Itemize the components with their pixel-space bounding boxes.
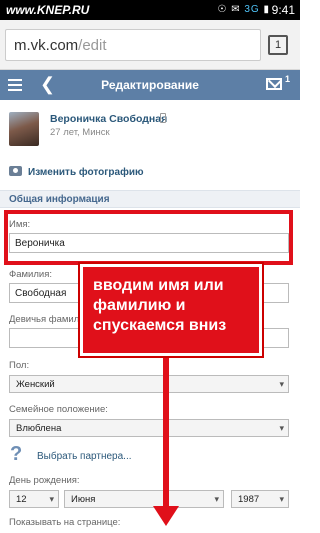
status-time: 9:41 bbox=[271, 3, 295, 17]
tab-switcher-button[interactable]: 1 bbox=[268, 35, 288, 55]
profile-meta: 27 лет, Минск bbox=[50, 127, 110, 138]
show-on-page-label: Показывать на странице: bbox=[9, 517, 121, 528]
watermark-brand: www.KNEP.RU bbox=[6, 3, 90, 17]
birthday-day-select[interactable]: 12 bbox=[9, 490, 59, 508]
birthday-month-select[interactable]: Июня bbox=[64, 490, 224, 508]
last-name-label: Фамилия: bbox=[9, 269, 52, 280]
section-header: Общая информация bbox=[0, 190, 300, 208]
camera-icon bbox=[9, 166, 22, 176]
annotation-callout: вводим имя или фамилию и спускаемся вниз bbox=[80, 264, 262, 356]
highlight-frame bbox=[4, 210, 293, 265]
page-title: Редактирование bbox=[101, 78, 199, 92]
status-bar: www.KNEP.RU ☉ ✉ 3G ▮ 9:41 bbox=[0, 0, 300, 20]
browser-toolbar: m.vk.com/edit 1 bbox=[0, 20, 300, 70]
profile-name[interactable]: Вероничка Свободная bbox=[50, 113, 167, 125]
down-arrow-shaft bbox=[163, 358, 169, 510]
relationship-label: Семейное положение: bbox=[9, 404, 108, 415]
vk-header: ❮ Редактирование 1 bbox=[0, 70, 300, 100]
birthday-label: День рождения: bbox=[9, 475, 80, 486]
gender-select[interactable]: Женский bbox=[9, 375, 289, 393]
mail-icon[interactable] bbox=[266, 78, 282, 90]
status-icons: ☉ ✉ 3G ▮ bbox=[217, 4, 270, 15]
mobile-icon bbox=[160, 113, 166, 123]
address-bar[interactable]: m.vk.com/edit bbox=[5, 29, 261, 61]
network-indicator: 3G bbox=[244, 4, 260, 15]
relationship-select[interactable]: Влюблена bbox=[9, 419, 289, 437]
mail-badge: 1 bbox=[285, 74, 291, 84]
profile-summary bbox=[0, 100, 300, 158]
avatar[interactable] bbox=[9, 112, 39, 146]
url-path: /edit bbox=[78, 37, 107, 54]
birthday-year-select[interactable]: 1987 bbox=[231, 490, 289, 508]
down-arrow-icon bbox=[153, 506, 179, 526]
change-photo-label: Изменить фотографию bbox=[28, 167, 144, 178]
change-photo-link[interactable]: Изменить фотографию bbox=[9, 166, 144, 178]
url-host: m.vk.com bbox=[14, 37, 79, 54]
choose-partner-link[interactable]: Выбрать партнера... bbox=[37, 451, 132, 462]
help-question-icon: ? bbox=[10, 443, 23, 465]
gender-label: Пол: bbox=[9, 360, 30, 371]
